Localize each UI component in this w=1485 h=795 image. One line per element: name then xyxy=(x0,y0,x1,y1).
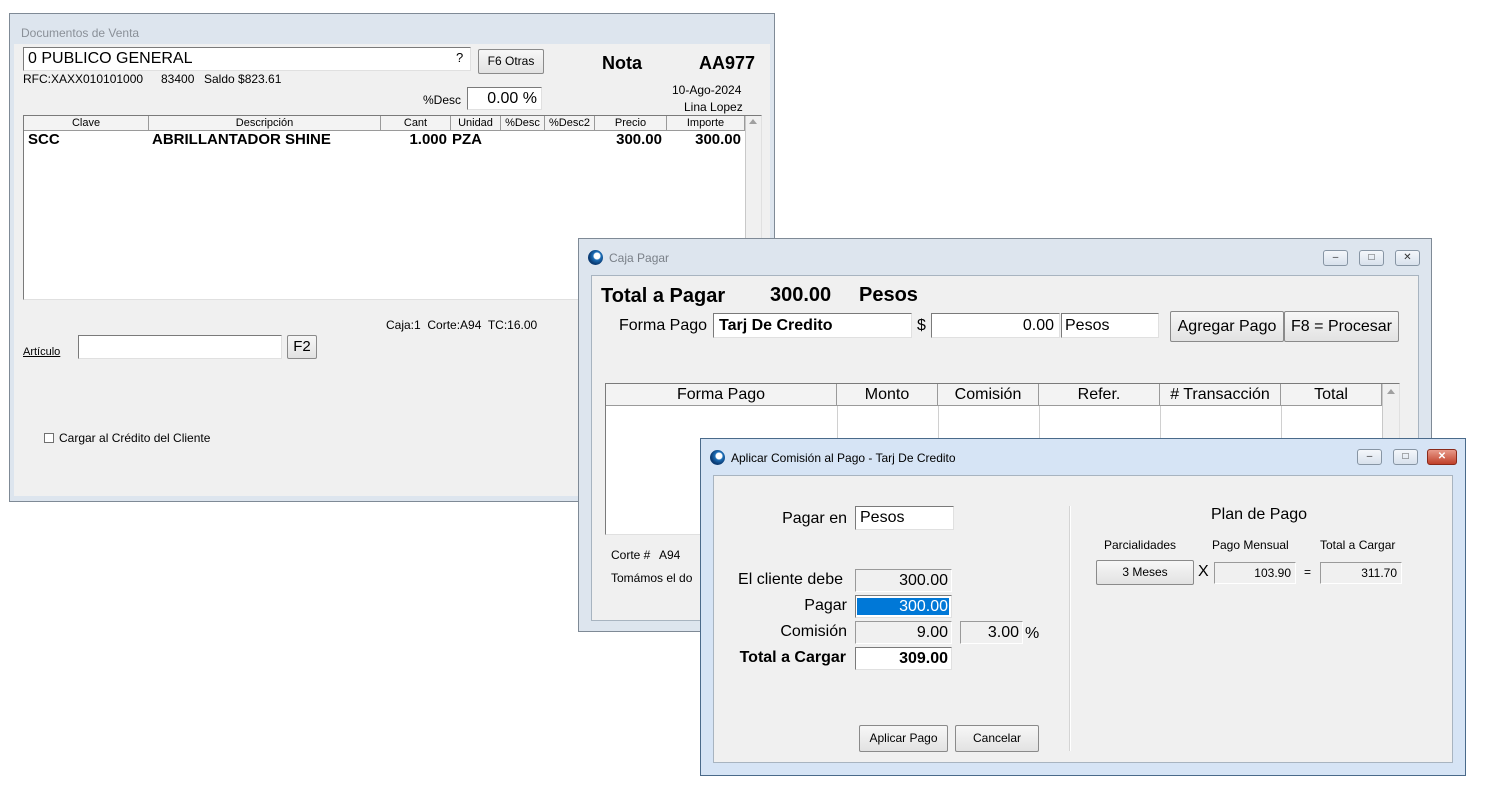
pago-mensual-field: 103.90 xyxy=(1214,562,1296,584)
caja-info: Caja:1 Corte:A94 TC:16.00 xyxy=(386,318,538,332)
add-payment-button[interactable]: Agregar Pago xyxy=(1170,311,1284,342)
window-title: Aplicar Comisión al Pago - Tarj De Credi… xyxy=(731,451,956,465)
total-label: Total a Pagar xyxy=(601,285,726,307)
comision-pct-field[interactable]: 3.00 xyxy=(960,621,1023,644)
total-value: 300.00 xyxy=(770,284,832,306)
col-importe[interactable]: Importe xyxy=(667,116,745,130)
col-desc2[interactable]: %Desc2 xyxy=(545,116,595,130)
col-precio[interactable]: Precio xyxy=(595,116,667,130)
maximize-icon[interactable]: □ xyxy=(1393,449,1418,465)
plan-title: Plan de Pago xyxy=(1211,506,1308,523)
minimize-icon[interactable]: – xyxy=(1323,250,1348,266)
col-total[interactable]: Total xyxy=(1281,384,1382,405)
pagar-label: Pagar xyxy=(804,597,847,614)
comision-field: 9.00 xyxy=(855,621,952,644)
amount-field[interactable]: 0.00 xyxy=(931,313,1060,338)
times-sign: X xyxy=(1198,563,1209,580)
app-logo-icon xyxy=(588,250,603,265)
col-forma-pago[interactable]: Forma Pago xyxy=(606,384,837,405)
doc-date: 10-Ago-2024 xyxy=(672,83,742,97)
corte-value: A94 xyxy=(659,548,681,562)
close-icon[interactable]: ✕ xyxy=(1427,449,1457,465)
row-cant: 1.000 xyxy=(409,131,447,148)
credit-checkbox[interactable] xyxy=(44,433,54,443)
cliente-debe-label: El cliente debe xyxy=(738,571,843,588)
pagar-en-label: Pagar en xyxy=(782,510,847,527)
section-divider xyxy=(1069,506,1071,751)
commission-panel: Pagar en Pesos El cliente debe 300.00 Pa… xyxy=(713,475,1453,763)
articulo-input[interactable] xyxy=(78,335,282,359)
payments-grid-header: Forma Pago Monto Comisión Refer. # Trans… xyxy=(606,384,1382,406)
col-clave[interactable]: Clave xyxy=(24,116,149,130)
items-grid-header: Clave Descripción Cant Unidad %Desc %Des… xyxy=(24,116,745,131)
rfc-label: RFC:XAXX010101000 xyxy=(23,72,144,86)
cancel-button[interactable]: Cancelar xyxy=(955,725,1039,752)
doc-user: Lina Lopez xyxy=(684,100,743,114)
col-desc[interactable]: %Desc xyxy=(501,116,545,130)
other-customer-button[interactable]: F6 Otras xyxy=(478,49,544,74)
articulo-label: Artículo xyxy=(23,346,61,358)
scroll-up-icon[interactable] xyxy=(749,119,757,124)
plan-total-field: 311.70 xyxy=(1320,562,1402,584)
customer-balance: Saldo $823.61 xyxy=(204,72,282,86)
discount-field[interactable]: 0.00 % xyxy=(467,87,542,110)
col-cant[interactable]: Cant xyxy=(381,116,451,130)
customer-code: 83400 xyxy=(161,72,195,86)
maximize-icon[interactable]: □ xyxy=(1359,250,1384,266)
cliente-debe-field: 300.00 xyxy=(855,569,952,592)
col-transaccion[interactable]: # Transacción xyxy=(1160,384,1281,405)
pct-sign: % xyxy=(1025,625,1040,642)
table-row[interactable]: SCC ABRILLANTADOR SHINE 1.000 PZA 300.00… xyxy=(24,131,745,149)
col-comision[interactable]: Comisión xyxy=(938,384,1039,405)
f2-button[interactable]: F2 xyxy=(287,335,317,359)
comision-label: Comisión xyxy=(780,623,847,640)
discount-label: %Desc xyxy=(423,93,462,107)
equals-sign: = xyxy=(1304,565,1312,579)
customer-name: 0 PUBLICO GENERAL xyxy=(28,50,193,67)
customer-field[interactable]: 0 PUBLICO GENERAL xyxy=(23,47,471,71)
dollar-sign: $ xyxy=(917,317,926,334)
apply-payment-button[interactable]: Aplicar Pago xyxy=(859,725,948,752)
total-cargar-label: Total a Cargar xyxy=(739,649,846,666)
corte-label: Corte # xyxy=(611,548,651,562)
pagar-en-field[interactable]: Pesos xyxy=(855,506,954,530)
pago-mensual-label: Pago Mensual xyxy=(1212,538,1289,552)
window-title: Documentos de Venta xyxy=(21,26,140,40)
scroll-up-icon[interactable] xyxy=(1387,389,1395,394)
col-descripcion[interactable]: Descripción xyxy=(149,116,381,130)
col-unidad[interactable]: Unidad xyxy=(451,116,501,130)
process-button[interactable]: F8 = Procesar xyxy=(1284,311,1399,342)
row-precio: 300.00 xyxy=(616,131,662,148)
doc-type: Nota xyxy=(602,53,642,73)
row-clave: SCC xyxy=(28,131,60,148)
window-title: Caja Pagar xyxy=(609,251,670,265)
aplicar-comision-window: Aplicar Comisión al Pago - Tarj De Credi… xyxy=(700,438,1466,776)
close-icon[interactable]: ✕ xyxy=(1395,250,1420,266)
pagar-field[interactable]: 300.00 xyxy=(855,595,952,618)
total-cargar-field: 309.00 xyxy=(855,647,952,670)
doc-number: AA977 xyxy=(699,53,756,73)
customer-lookup-icon[interactable]: ? xyxy=(456,50,463,65)
forma-pago-field[interactable]: Tarj De Credito xyxy=(713,313,912,338)
row-importe: 300.00 xyxy=(695,131,741,148)
app-logo-icon xyxy=(710,450,725,465)
months-button[interactable]: 3 Meses xyxy=(1096,560,1194,585)
row-unidad: PZA xyxy=(452,131,482,148)
note-text: Tomámos el do xyxy=(611,571,693,585)
total-currency: Pesos xyxy=(859,284,918,306)
plan-total-label: Total a Cargar xyxy=(1320,538,1396,552)
amount-currency-field[interactable]: Pesos xyxy=(1061,313,1159,338)
credit-checkbox-label[interactable]: Cargar al Crédito del Cliente xyxy=(59,431,210,445)
col-refer[interactable]: Refer. xyxy=(1039,384,1160,405)
minimize-icon[interactable]: – xyxy=(1357,449,1382,465)
parcialidades-label: Parcialidades xyxy=(1104,538,1177,552)
forma-pago-label: Forma Pago xyxy=(619,317,708,334)
col-monto[interactable]: Monto xyxy=(837,384,938,405)
row-descripcion: ABRILLANTADOR SHINE xyxy=(152,131,331,148)
